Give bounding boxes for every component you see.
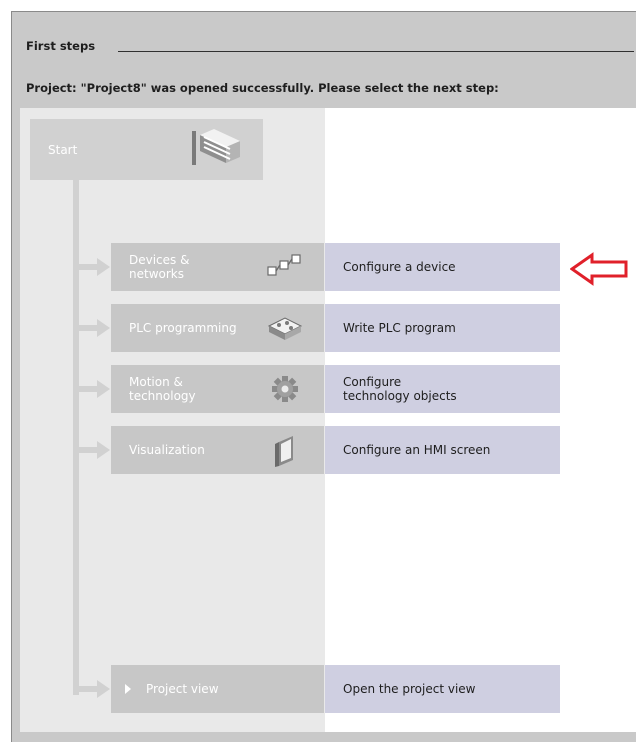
action-configure-technology-objects[interactable]: Configure technology objects [325,365,560,413]
action-label: Open the project view [343,682,476,696]
action-label: Configure an HMI screen [343,443,491,457]
step-label: Visualization [129,443,205,457]
step-plc-programming[interactable]: PLC programming [111,304,324,352]
action-label: Configure a device [343,260,456,274]
portal-right-panel [325,108,636,732]
plc-programming-icon [265,312,305,348]
red-arrow-left-icon [570,252,628,286]
start-label: Start [48,143,78,157]
status-message: Project: "Project8" was opened successfu… [26,81,499,95]
action-write-plc-program[interactable]: Write PLC program [325,304,560,352]
connector-arrow-icon [79,441,110,459]
portal-left-panel [20,108,325,732]
section-title: First steps [26,39,96,53]
step-visualization[interactable]: Visualization [111,426,324,474]
step-devices-networks[interactable]: Devices & networks [111,243,324,291]
devices-networks-icon [265,251,305,287]
action-label: Write PLC program [343,321,456,335]
connector-arrow-icon [79,258,110,276]
action-configure-device[interactable]: Configure a device [325,243,560,291]
motion-gear-icon [265,373,305,409]
title-divider [118,51,634,52]
hmi-panel-icon [265,434,305,472]
step-label: Motion & technology [129,375,196,403]
first-steps-frame: First steps Project: "Project8" was open… [11,11,636,742]
project-view-button[interactable]: Project view [111,665,324,713]
action-label: Configure technology objects [343,375,457,403]
action-open-project-view[interactable]: Open the project view [325,665,560,713]
step-label: Project view [146,682,219,696]
step-label: Devices & networks [129,253,190,281]
connector-arrow-icon [79,680,110,698]
step-motion-technology[interactable]: Motion & technology [111,365,324,413]
start-tile[interactable]: Start [30,119,263,180]
connector-arrow-icon [79,319,110,337]
start-portal-icon [190,127,246,175]
connector-arrow-icon [79,380,110,398]
action-configure-hmi-screen[interactable]: Configure an HMI screen [325,426,560,474]
step-label: PLC programming [129,321,237,335]
caret-right-icon [125,684,131,694]
